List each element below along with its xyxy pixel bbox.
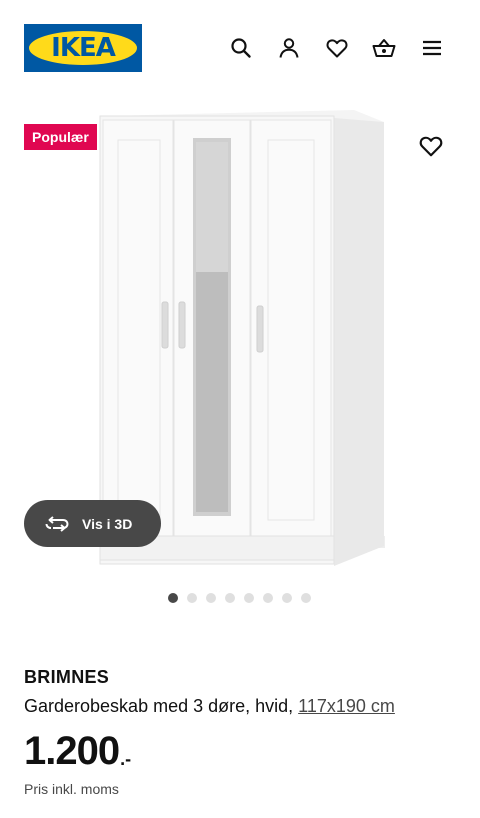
- carousel-dot[interactable]: [225, 593, 235, 603]
- header: IKEA: [0, 0, 480, 96]
- view-3d-button[interactable]: Vis i 3D: [24, 500, 161, 547]
- price-integer: 1.200: [24, 729, 120, 773]
- carousel-dot[interactable]: [301, 593, 311, 603]
- menu-icon[interactable]: [420, 36, 444, 60]
- product-name: BRIMNES: [24, 667, 110, 687]
- carousel-dot[interactable]: [168, 593, 178, 603]
- heart-icon[interactable]: [325, 36, 349, 60]
- carousel-dot[interactable]: [206, 593, 216, 603]
- logo-text: IKEA: [51, 33, 116, 63]
- view-3d-label: Vis i 3D: [82, 515, 133, 532]
- user-icon[interactable]: [277, 36, 301, 60]
- product-measurement-link[interactable]: 117x190 cm: [298, 696, 395, 716]
- price-note: Pris inkl. moms: [24, 781, 119, 797]
- price-decimal: .-: [120, 749, 132, 769]
- product-description-text: Garderobeskab med 3 døre, hvid,: [24, 696, 294, 716]
- product-description: Garderobeskab med 3 døre, hvid, 117x190 …: [24, 696, 395, 717]
- favorite-heart-icon[interactable]: [418, 133, 444, 159]
- search-icon[interactable]: [229, 36, 253, 60]
- basket-icon[interactable]: [372, 36, 396, 60]
- carousel-dot[interactable]: [263, 593, 273, 603]
- carousel-dot[interactable]: [244, 593, 254, 603]
- carousel-dot[interactable]: [187, 593, 197, 603]
- carousel-dots: [168, 593, 311, 603]
- popular-badge: Populær: [24, 124, 97, 150]
- product-price: 1.200 .-: [24, 728, 131, 774]
- rotate-3d-icon: [45, 515, 69, 532]
- logo-oval: IKEA: [29, 31, 137, 65]
- ikea-logo[interactable]: IKEA: [24, 24, 142, 72]
- carousel-dot[interactable]: [282, 593, 292, 603]
